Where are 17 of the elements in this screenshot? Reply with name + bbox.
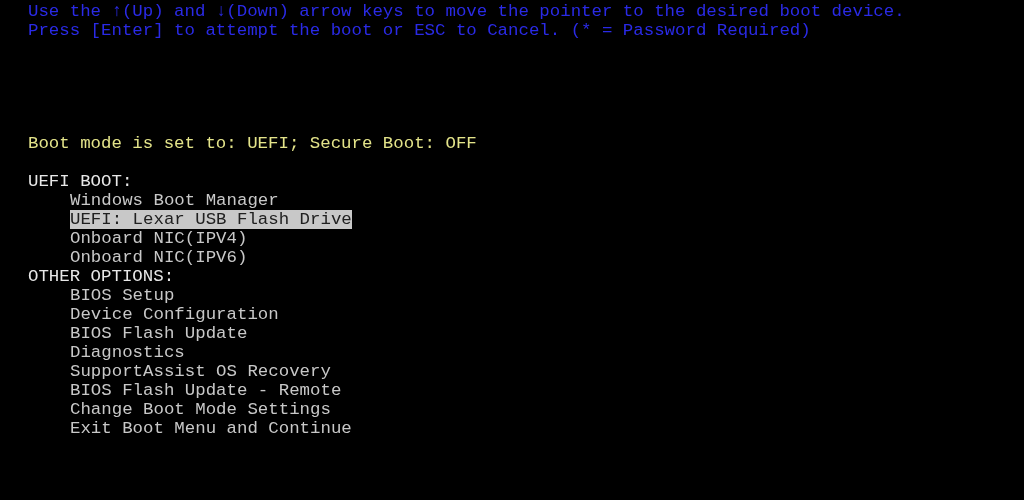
boot-menu-item[interactable]: Exit Boot Menu and Continue — [70, 419, 352, 438]
boot-menu-item[interactable]: BIOS Flash Update - Remote — [70, 381, 342, 400]
boot-menu-item[interactable]: BIOS Setup — [70, 286, 175, 305]
boot-menu-item[interactable]: Onboard NIC(IPV4) — [70, 229, 248, 248]
boot-menu-item[interactable]: Windows Boot Manager — [70, 191, 279, 210]
section-heading: UEFI BOOT: — [28, 172, 133, 191]
boot-mode-text: Boot mode is set to: UEFI; Secure Boot: OFF — [28, 134, 477, 153]
boot-menu-item[interactable]: Diagnostics — [70, 343, 185, 362]
boot-menu-item[interactable]: UEFI: Lexar USB Flash Drive — [70, 210, 352, 229]
boot-menu-item[interactable]: Change Boot Mode Settings — [70, 400, 331, 419]
boot-menu-item[interactable]: Device Configuration — [70, 305, 279, 324]
boot-menu-item[interactable]: BIOS Flash Update — [70, 324, 248, 343]
boot-menu-item[interactable]: Onboard NIC(IPV6) — [70, 248, 248, 267]
section-heading: OTHER OPTIONS: — [28, 267, 175, 286]
instruction-text: Press [Enter] to attempt the boot or ESC to Cancel. (* = Password Required) — [28, 21, 811, 40]
boot-menu-item[interactable]: SupportAssist OS Recovery — [70, 362, 331, 381]
instruction-text: Use the ↑(Up) and ↓(Down) arrow keys to move the pointer to the desired boot device. — [28, 2, 905, 21]
